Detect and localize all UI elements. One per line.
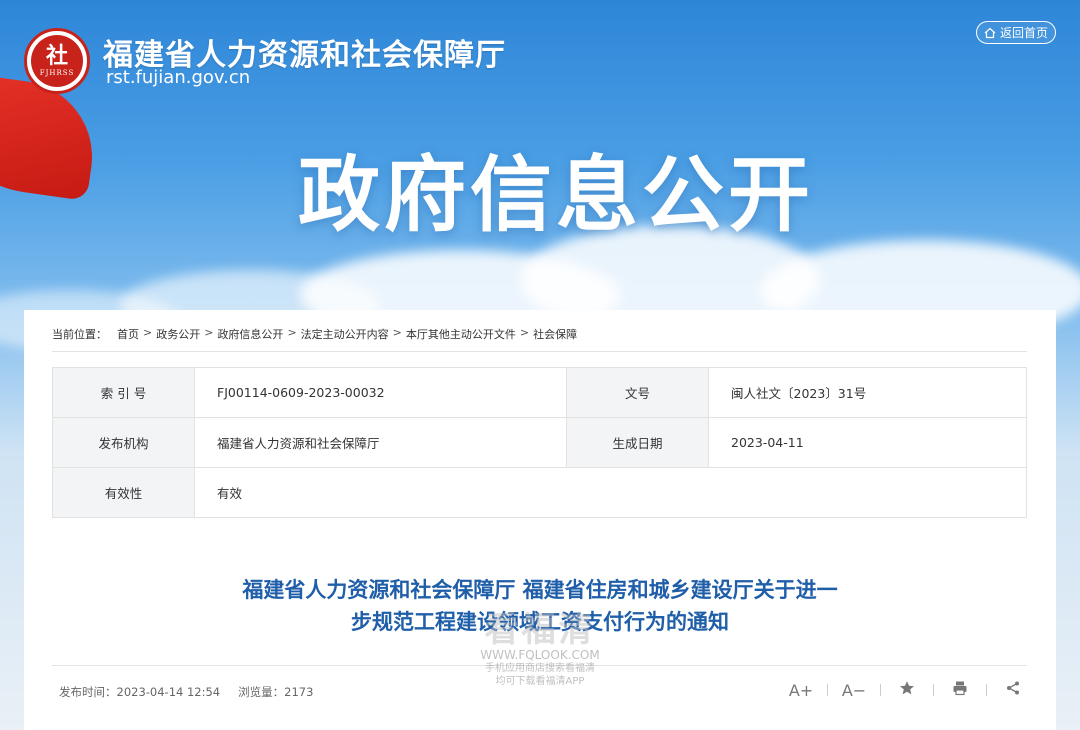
- validity-value: 有效: [194, 467, 1027, 518]
- share-button[interactable]: [999, 680, 1027, 700]
- breadcrumb-separator: >: [204, 326, 214, 339]
- logo-char: 社: [45, 43, 68, 69]
- divider: [880, 684, 881, 696]
- print-button[interactable]: [946, 680, 974, 700]
- divider: [986, 684, 987, 696]
- table-row: 发布机构 福建省人力资源和社会保障厅 生成日期 2023-04-11: [52, 417, 1027, 468]
- docno-label: 文号: [566, 367, 709, 418]
- home-icon: [984, 27, 996, 38]
- breadcrumb-home[interactable]: 首页: [117, 326, 139, 342]
- return-home-label: 返回首页: [999, 26, 1048, 40]
- table-row: 索 引 号 FJ00114-0609-2023-00032 文号 闽人社文〔20…: [52, 367, 1027, 418]
- printer-icon: [953, 681, 967, 696]
- index-value: FJ00114-0609-2023-00032: [194, 367, 567, 418]
- breadcrumb-gov-affairs[interactable]: 政务公开: [156, 326, 200, 342]
- divider: [827, 684, 828, 696]
- breadcrumb-social-security[interactable]: 社会保障: [533, 326, 577, 342]
- return-home-button[interactable]: 返回首页: [976, 21, 1056, 44]
- share-icon: [1007, 681, 1019, 695]
- hero-title: 政府信息公开: [298, 148, 815, 243]
- document-meta-table: 索 引 号 FJ00114-0609-2023-00032 文号 闽人社文〔20…: [52, 367, 1027, 518]
- document-title-line: 福建省人力资源和社会保障厅 福建省住房和城乡建设厅关于进一: [242, 578, 838, 602]
- watermark-brand: 看福清: [484, 610, 596, 650]
- logo-emblem: 社 FJHRSS: [31, 35, 83, 87]
- date-value: 2023-04-11: [708, 417, 1027, 468]
- docno-value: 闽人社文〔2023〕31号: [708, 367, 1027, 418]
- table-row: 有效性 有效: [52, 467, 1027, 518]
- site-logo[interactable]: 社 FJHRSS: [24, 28, 90, 94]
- date-label: 生成日期: [566, 417, 709, 468]
- breadcrumb-separator: >: [519, 326, 530, 339]
- index-label: 索 引 号: [52, 367, 195, 418]
- article-tools: A+ A−: [787, 680, 1027, 700]
- watermark-url: WWW.FQLOOK.COM: [480, 648, 600, 662]
- breadcrumb-info-disclosure[interactable]: 政府信息公开: [217, 326, 283, 342]
- watermark: 看福清 WWW.FQLOOK.COM 手机应用商店搜索看福清 均可下载看福清AP…: [470, 612, 610, 688]
- breadcrumb-lead: 当前位置：: [52, 328, 107, 341]
- validity-label: 有效性: [52, 467, 195, 518]
- view-count: 浏览量：2173: [238, 685, 314, 699]
- breadcrumb: 当前位置： 首页 > 政务公开 > 政府信息公开 > 法定主动公开内容 > 本厅…: [52, 326, 1027, 352]
- logo-abbr: FJHRSS: [39, 69, 75, 77]
- article-meta: 发布时间：2023-04-14 12:54 浏览量：2173: [59, 684, 313, 700]
- favorite-button[interactable]: [893, 680, 921, 700]
- divider: [933, 684, 934, 696]
- org-value: 福建省人力资源和社会保障厅: [194, 417, 567, 468]
- breadcrumb-separator: >: [143, 326, 153, 339]
- font-decrease-button[interactable]: A−: [840, 681, 868, 700]
- org-label: 发布机构: [52, 417, 195, 468]
- site-url: rst.fujian.gov.cn: [106, 67, 251, 88]
- breadcrumb-statutory[interactable]: 法定主动公开内容: [301, 326, 389, 342]
- font-increase-button[interactable]: A+: [787, 681, 815, 700]
- publish-time: 发布时间：2023-04-14 12:54: [59, 685, 221, 699]
- breadcrumb-separator: >: [392, 326, 402, 339]
- watermark-line: 均可下载看福清APP: [495, 676, 585, 687]
- star-icon: [900, 681, 914, 695]
- watermark-line: 手机应用商店搜索看福清: [485, 663, 595, 674]
- breadcrumb-separator: >: [287, 326, 297, 339]
- breadcrumb-other-files[interactable]: 本厅其他主动公开文件: [406, 326, 516, 342]
